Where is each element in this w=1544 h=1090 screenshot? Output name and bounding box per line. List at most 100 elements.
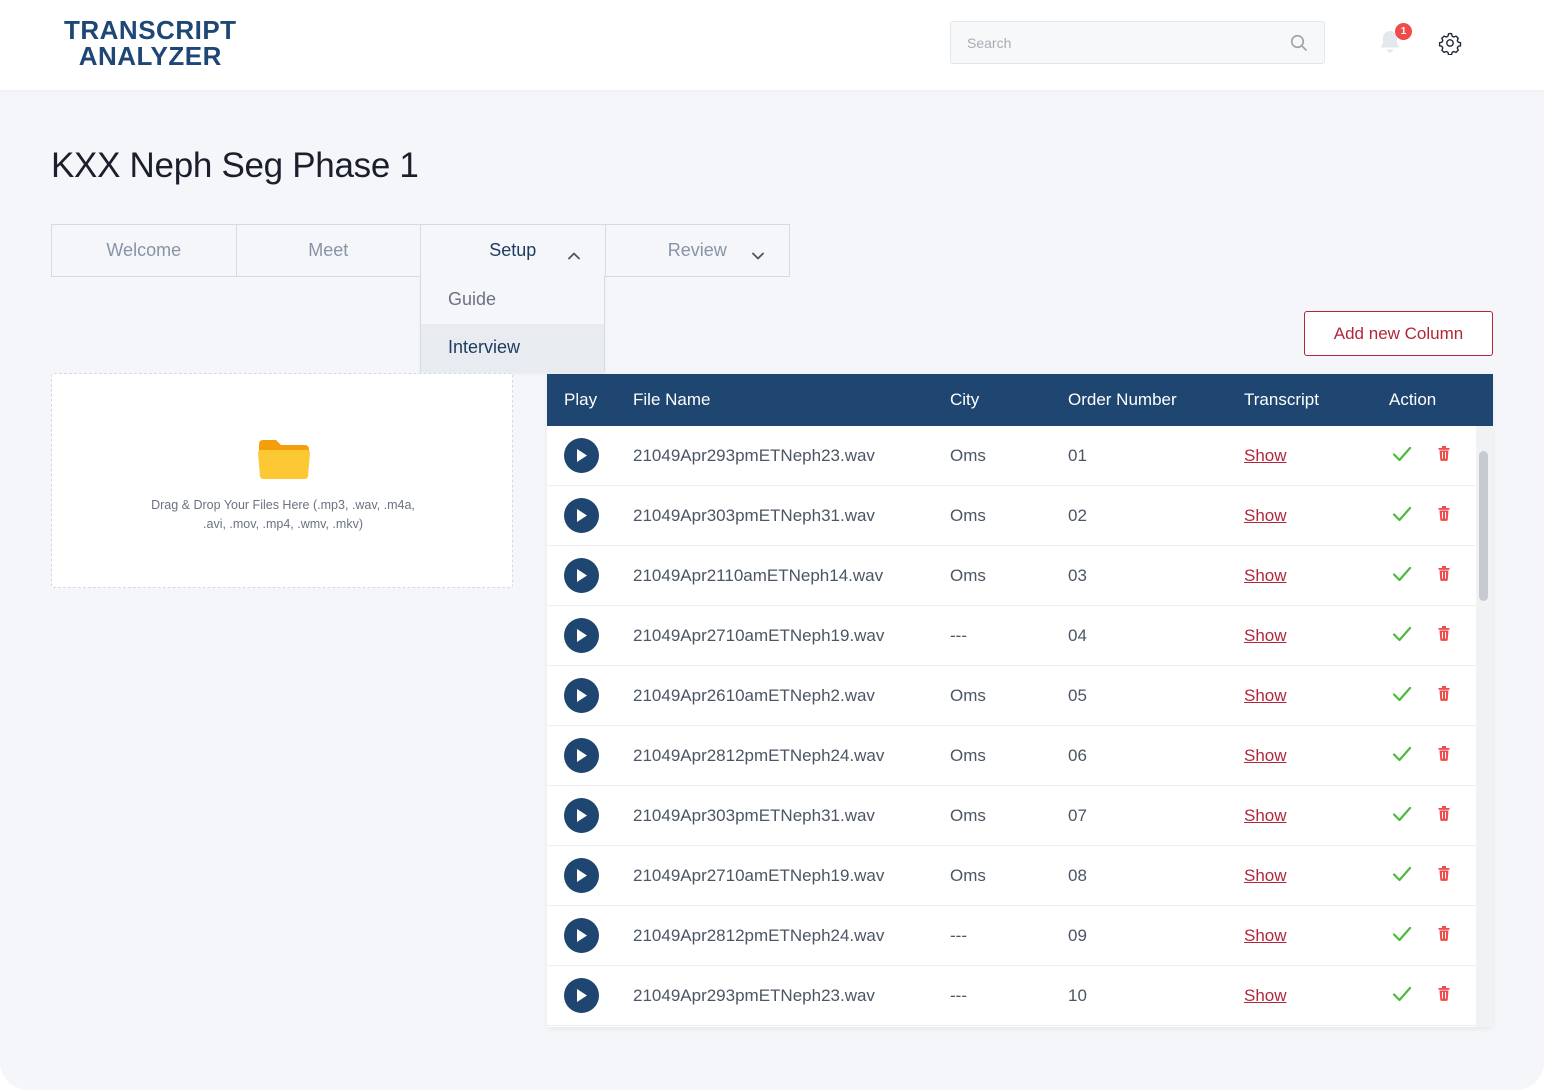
app-frame: TRANSCRIPT ANALYZER 1 KXX Neph Seg Phase… [0,0,1544,1090]
city-cell: Oms [950,746,986,765]
file-dropzone[interactable]: Drag & Drop Your Files Here (.mp3, .wav,… [51,373,513,588]
order-number-cell: 05 [1068,686,1087,705]
check-icon[interactable] [1392,806,1412,827]
column-header-transcript: Transcript [1244,390,1319,409]
show-transcript-link[interactable]: Show [1244,686,1287,706]
file-name-cell: 21049Apr2710amETNeph19.wav [633,626,885,645]
tab-meet[interactable]: Meet [237,225,421,276]
gear-icon[interactable] [1438,31,1462,56]
check-icon[interactable] [1392,986,1412,1007]
table-row: 21049Apr293pmETNeph23.wav --- 10 Show [547,966,1476,1026]
trash-icon[interactable] [1438,566,1450,586]
file-name-cell: 21049Apr303pmETNeph31.wav [633,506,875,525]
show-transcript-link[interactable]: Show [1244,746,1287,766]
app-logo[interactable]: TRANSCRIPT ANALYZER [64,17,237,69]
table-row: 21049Apr2610amETNeph2.wav Oms 05 Show [547,666,1476,726]
trash-icon[interactable] [1438,986,1450,1006]
check-icon[interactable] [1392,566,1412,587]
order-number-cell: 03 [1068,566,1087,585]
show-transcript-link[interactable]: Show [1244,806,1287,826]
file-name-cell: 21049Apr2110amETNeph14.wav [633,566,884,585]
column-header-city: City [950,390,980,409]
chevron-down-icon [751,245,765,266]
file-name-cell: 21049Apr303pmETNeph31.wav [633,806,875,825]
city-cell: --- [950,926,967,945]
page-title: KXX Neph Seg Phase 1 [51,146,419,185]
logo-line-1: TRANSCRIPT [64,15,237,45]
check-icon[interactable] [1392,866,1412,887]
play-button[interactable] [564,678,599,713]
table-row: 21049Apr2812pmETNeph24.wav --- 09 Show [547,906,1476,966]
city-cell: --- [950,626,967,645]
show-transcript-link[interactable]: Show [1244,566,1287,586]
tab-welcome[interactable]: Welcome [52,225,237,276]
table-row: 21049Apr303pmETNeph31.wav Oms 02 Show [547,486,1476,546]
order-number-cell: 09 [1068,926,1087,945]
order-number-cell: 06 [1068,746,1087,765]
trash-icon[interactable] [1438,506,1450,526]
file-name-cell: 21049Apr293pmETNeph23.wav [633,446,875,465]
tab-setup[interactable]: Setup [421,225,606,276]
chevron-up-icon [567,245,581,266]
trash-icon[interactable] [1438,806,1450,826]
check-icon[interactable] [1392,686,1412,707]
tab-review[interactable]: Review [606,225,790,276]
files-table: Play File Name City Order Number Transcr… [547,374,1493,1027]
scrollbar-thumb[interactable] [1479,451,1488,601]
check-icon[interactable] [1392,506,1412,527]
city-cell: --- [950,986,967,1005]
tab-label: Welcome [106,240,182,260]
file-name-cell: 21049Apr2610amETNeph2.wav [633,686,875,705]
order-number-cell: 10 [1068,986,1087,1005]
column-header-action: Action [1389,390,1437,409]
trash-icon[interactable] [1438,746,1450,766]
setup-dropdown-menu: Guide Interview [420,276,605,372]
city-cell: Oms [950,686,986,705]
check-icon[interactable] [1392,626,1412,647]
city-cell: Oms [950,806,986,825]
play-button[interactable] [564,498,599,533]
play-button[interactable] [564,618,599,653]
order-number-cell: 07 [1068,806,1087,825]
trash-icon[interactable] [1438,626,1450,646]
city-cell: Oms [950,506,986,525]
play-button[interactable] [564,978,599,1013]
play-button[interactable] [564,918,599,953]
play-button[interactable] [564,738,599,773]
play-button[interactable] [564,438,599,473]
logo-line-2: ANALYZER [78,41,222,71]
play-button[interactable] [564,798,599,833]
notification-badge: 1 [1395,23,1412,40]
menu-item-guide[interactable]: Guide [421,276,604,324]
trash-icon[interactable] [1438,926,1450,946]
search-icon[interactable] [1290,34,1308,57]
search-input[interactable] [951,22,1271,63]
table-row: 21049Apr293pmETNeph23.wav Oms 01 Show [547,426,1476,486]
play-button[interactable] [564,558,599,593]
table-row: 21049Apr2110amETNeph14.wav Oms 03 Show [547,546,1476,606]
check-icon[interactable] [1392,446,1412,467]
tab-label: Setup [489,240,537,260]
trash-icon[interactable] [1438,866,1450,886]
add-new-column-button[interactable]: Add new Column [1304,311,1493,356]
trash-icon[interactable] [1438,446,1450,466]
trash-icon[interactable] [1438,686,1450,706]
show-transcript-link[interactable]: Show [1244,446,1287,466]
check-icon[interactable] [1392,746,1412,767]
table-row: 21049Apr2812pmETNeph24.wav Oms 06 Show [547,726,1476,786]
check-icon[interactable] [1392,926,1412,947]
top-header: TRANSCRIPT ANALYZER 1 [0,0,1544,90]
city-cell: Oms [950,446,986,465]
show-transcript-link[interactable]: Show [1244,866,1287,886]
play-button[interactable] [564,858,599,893]
show-transcript-link[interactable]: Show [1244,926,1287,946]
table-header: Play File Name City Order Number Transcr… [547,374,1493,426]
city-cell: Oms [950,566,986,585]
show-transcript-link[interactable]: Show [1244,986,1287,1006]
show-transcript-link[interactable]: Show [1244,506,1287,526]
order-number-cell: 04 [1068,626,1087,645]
menu-item-interview[interactable]: Interview [421,324,604,372]
show-transcript-link[interactable]: Show [1244,626,1287,646]
order-number-cell: 02 [1068,506,1087,525]
table-body: 21049Apr293pmETNeph23.wav Oms 01 Show 21049A… [547,426,1476,1027]
